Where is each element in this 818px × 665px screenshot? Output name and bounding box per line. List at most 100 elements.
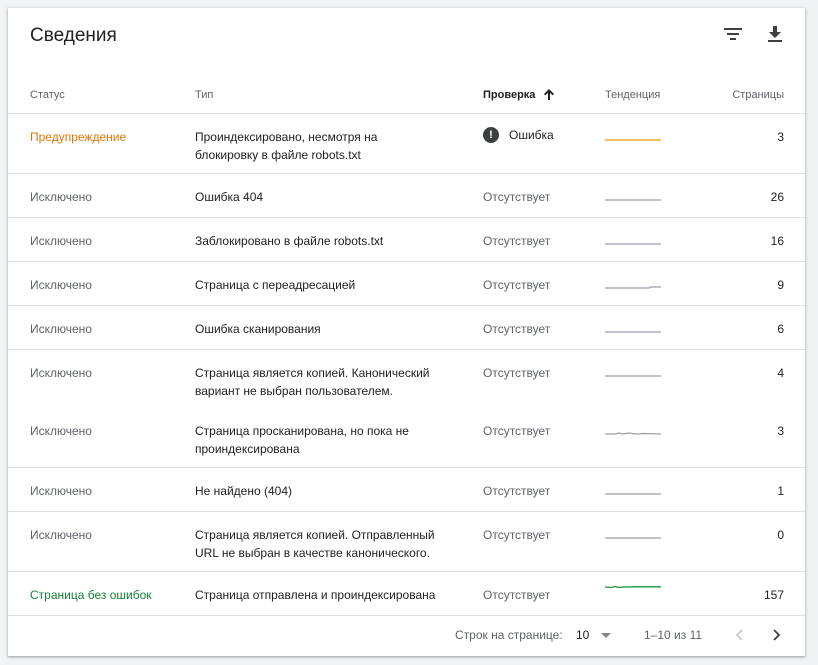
type-line: Страница является копией. Отправленный	[195, 528, 435, 542]
type-line: Заблокировано в файле robots.txt	[195, 234, 384, 248]
status-cell: Исключено	[30, 366, 92, 380]
table-row[interactable]: Исключено Не найдено (404) Отсутствует 1	[8, 468, 805, 512]
error-icon: !	[483, 127, 499, 143]
table-row[interactable]: Исключено Страница с переадресацией Отсутс…	[8, 262, 805, 306]
type-line: проиндексирована	[195, 442, 300, 456]
table-row[interactable]: Исключено Страница является копией. Канон…	[8, 350, 805, 408]
type-line: блокировку в файле robots.txt	[195, 148, 361, 162]
type-line: Страница просканирована, но пока не	[195, 424, 409, 438]
column-header-check[interactable]: Проверка	[483, 89, 555, 101]
trend-line-icon	[605, 432, 662, 435]
pages-cell: 3	[777, 424, 784, 438]
trend-line-icon	[605, 537, 661, 539]
status-cell: Исключено	[30, 424, 92, 438]
details-table: Статус Тип Проверка Тенденция Страницы П…	[8, 70, 805, 616]
trend-sparkline	[605, 122, 661, 157]
status-cell: Исключено	[30, 278, 92, 292]
type-line: Ошибка 404	[195, 190, 264, 204]
type-cell: Страница с переадресацией	[195, 276, 460, 294]
check-cell: ! Ошибка	[483, 126, 603, 144]
column-header-trend: Тенденция	[605, 89, 661, 101]
check-cell: Отсутствует	[483, 278, 551, 292]
column-header-type[interactable]: Тип	[195, 89, 213, 101]
table-body: Предупреждение Проиндексировано, несмотря…	[8, 114, 805, 616]
pages-cell: 6	[777, 322, 784, 336]
pages-cell: 1	[777, 484, 784, 498]
trend-line-icon	[605, 286, 661, 289]
download-icon	[768, 25, 782, 42]
type-cell: Страница является копией. Канонический ва…	[195, 364, 460, 400]
status-cell: Исключено	[30, 484, 92, 498]
type-cell: Страница просканирована, но пока не проин…	[195, 422, 460, 458]
status-cell: Исключено	[30, 528, 92, 542]
rows-per-page-select[interactable]: 10	[576, 628, 612, 642]
pages-cell: 4	[777, 366, 784, 380]
details-card: Сведения Статус Тип Проверка Тенденция С…	[8, 8, 805, 656]
trend-line-icon	[605, 243, 661, 245]
check-cell: Отсутствует	[483, 322, 551, 336]
trend-sparkline	[604, 580, 661, 615]
type-cell: Ошибка 404	[195, 188, 460, 206]
table-row[interactable]: Предупреждение Проиндексировано, несмотря…	[8, 114, 805, 174]
rows-per-page-value: 10	[576, 628, 590, 642]
status-cell: Исключено	[30, 234, 92, 248]
pages-cell: 26	[770, 190, 784, 204]
type-line: Не найдено (404)	[195, 484, 293, 498]
type-cell: Проиндексировано, несмотря на блокировку …	[195, 128, 460, 164]
pages-cell: 16	[770, 234, 784, 248]
next-page-button[interactable]	[765, 623, 789, 647]
trend-sparkline	[605, 314, 661, 349]
pages-cell: 157	[763, 588, 784, 602]
type-cell: Страница отправлена и проиндексирована	[195, 586, 460, 604]
trend-sparkline	[605, 182, 661, 217]
pages-cell: 0	[777, 528, 784, 542]
type-cell: Ошибка сканирования	[195, 320, 460, 338]
rows-per-page-label: Строк на странице:	[455, 628, 563, 642]
trend-line-icon	[605, 139, 661, 141]
type-cell: Не найдено (404)	[195, 482, 460, 500]
table-row[interactable]: Исключено Заблокировано в файле robots.tx…	[8, 218, 805, 262]
chevron-right-icon	[773, 629, 781, 641]
check-cell: Отсутствует	[483, 588, 551, 602]
type-line: Ошибка сканирования	[195, 322, 321, 336]
column-header-pages[interactable]: Страницы	[732, 89, 784, 101]
filter-icon	[724, 28, 742, 40]
filter-button[interactable]	[721, 22, 745, 46]
table-row[interactable]: Страница без ошибок Страница отправлена и…	[8, 572, 805, 616]
table-header: Статус Тип Проверка Тенденция Страницы	[8, 70, 805, 114]
table-row[interactable]: Исключено Страница просканирована, но пок…	[8, 408, 805, 468]
check-cell: Отсутствует	[483, 234, 551, 248]
status-cell: Страница без ошибок	[30, 588, 152, 602]
check-cell: Отсутствует	[483, 484, 551, 498]
previous-page-button[interactable]	[727, 623, 751, 647]
check-cell: Отсутствует	[483, 190, 551, 204]
trend-line-icon	[605, 331, 661, 333]
column-header-status[interactable]: Статус	[30, 89, 65, 101]
table-row[interactable]: Исключено Ошибка сканирования Отсутствует 6	[8, 306, 805, 350]
status-cell: Исключено	[30, 190, 92, 204]
status-cell: Предупреждение	[30, 130, 127, 144]
pages-cell: 3	[777, 130, 784, 144]
pagination-bar: Строк на странице: 10 1–10 из 11	[8, 612, 805, 656]
check-cell: Отсутствует	[483, 528, 551, 542]
arrow-up-icon	[544, 89, 555, 100]
type-line: Проиндексировано, несмотря на	[195, 130, 378, 144]
type-line: Страница с переадресацией	[195, 278, 356, 292]
card-title: Сведения	[30, 25, 117, 46]
download-button[interactable]	[763, 22, 787, 46]
type-line: Страница является копией. Канонический	[195, 366, 430, 380]
type-line: Страница отправлена и проиндексирована	[195, 588, 436, 602]
trend-sparkline	[605, 358, 661, 393]
table-row[interactable]: Исключено Ошибка 404 Отсутствует 26	[8, 174, 805, 218]
trend-line-icon	[605, 199, 661, 201]
check-error: ! Ошибка	[483, 126, 603, 144]
dropdown-arrow-icon	[601, 632, 612, 638]
trend-line-icon	[604, 585, 661, 589]
type-line: вариант не выбран пользователем.	[195, 384, 393, 398]
table-row[interactable]: Исключено Страница является копией. Отпра…	[8, 512, 805, 572]
pagination-range: 1–10 из 11	[644, 628, 703, 642]
pages-cell: 9	[777, 278, 784, 292]
check-cell: Отсутствует	[483, 424, 551, 438]
check-cell: Отсутствует	[483, 366, 551, 380]
trend-sparkline	[605, 416, 662, 451]
